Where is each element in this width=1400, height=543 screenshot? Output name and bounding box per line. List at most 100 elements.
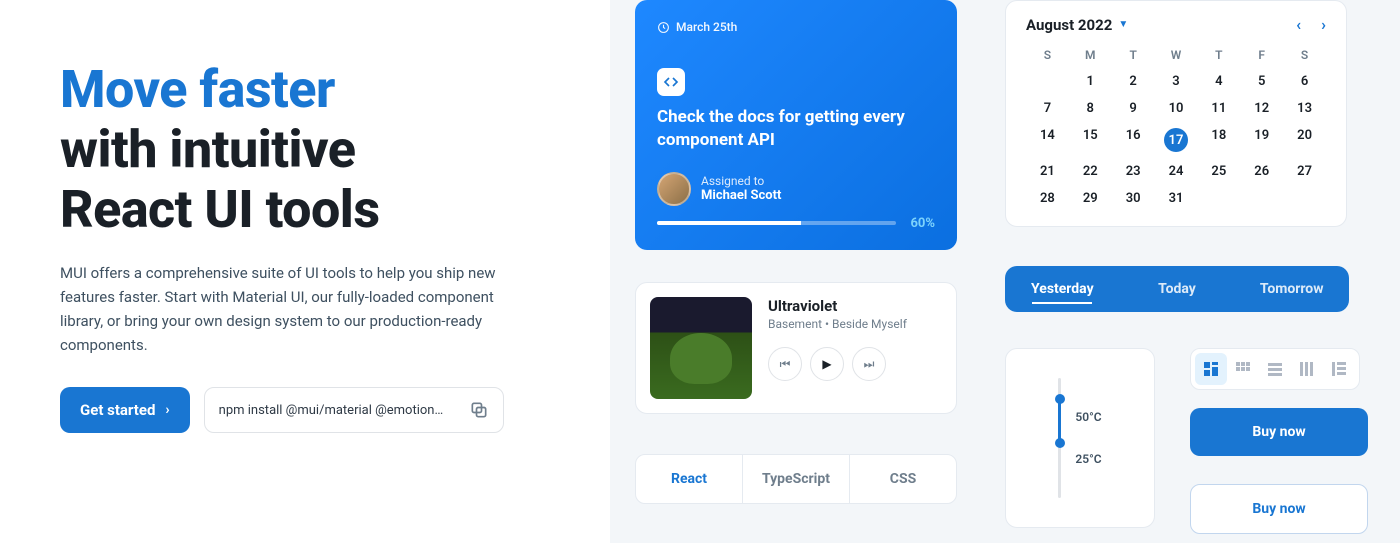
calendar-dow: F xyxy=(1240,44,1283,66)
assignee-row: Assigned to Michael Scott xyxy=(657,172,935,206)
forward-button[interactable]: ⏭ xyxy=(852,347,886,381)
calendar-day[interactable]: 2 xyxy=(1112,70,1155,93)
view-grid-button[interactable] xyxy=(1227,353,1259,385)
grid-icon xyxy=(1235,361,1251,377)
calendar-day[interactable]: 26 xyxy=(1240,160,1283,183)
dashboard-icon xyxy=(1203,361,1219,377)
clock-icon xyxy=(657,21,670,34)
view-dashboard-button[interactable] xyxy=(1195,353,1227,385)
calendar-day[interactable]: 11 xyxy=(1197,97,1240,120)
calendar-prev-button[interactable]: ‹ xyxy=(1296,15,1301,34)
progress-bar xyxy=(657,221,896,225)
calendar-day[interactable]: 30 xyxy=(1112,187,1155,210)
buy-now-outline-button[interactable]: Buy now xyxy=(1190,484,1368,534)
view-columns-button[interactable] xyxy=(1291,353,1323,385)
calendar-next-button[interactable]: › xyxy=(1321,15,1326,34)
get-started-label: Get started xyxy=(80,401,155,419)
get-started-button[interactable]: Get started › xyxy=(60,387,190,433)
task-date: March 25th xyxy=(657,20,935,34)
calendar-day[interactable]: 23 xyxy=(1112,160,1155,183)
calendar-day[interactable]: 8 xyxy=(1069,97,1112,120)
hero-title-blue: Move faster xyxy=(60,59,335,120)
calendar-dow: T xyxy=(1112,44,1155,66)
calendar-day[interactable]: 1 xyxy=(1069,70,1112,93)
day-tabs: YesterdayTodayTomorrow xyxy=(1005,266,1349,312)
calendar-dow: S xyxy=(1026,44,1069,66)
calendar-month-label: August 2022 xyxy=(1026,16,1112,34)
language-tab[interactable]: CSS xyxy=(850,455,956,503)
code-badge xyxy=(657,68,685,96)
calendar-day[interactable]: 28 xyxy=(1026,187,1069,210)
code-icon xyxy=(663,74,679,90)
view-list-button[interactable] xyxy=(1259,353,1291,385)
music-card: Ultraviolet Basement • Beside Myself ⏮ ▶… xyxy=(635,282,957,414)
view-toggle xyxy=(1190,348,1360,390)
language-tabs: ReactTypeScriptCSS xyxy=(635,454,957,504)
split-icon xyxy=(1331,361,1347,377)
avatar xyxy=(657,172,691,206)
calendar-day[interactable]: 13 xyxy=(1283,97,1326,120)
day-tab[interactable]: Tomorrow xyxy=(1234,266,1349,312)
slider-thumb-low[interactable] xyxy=(1055,438,1065,448)
track-subtitle: Basement • Beside Myself xyxy=(768,317,942,331)
track-title: Ultraviolet xyxy=(768,297,942,315)
calendar-day[interactable]: 3 xyxy=(1155,70,1198,93)
calendar-day[interactable]: 27 xyxy=(1283,160,1326,183)
calendar-day[interactable]: 9 xyxy=(1112,97,1155,120)
slider-label-low: 25°C xyxy=(1075,452,1101,466)
calendar-day[interactable]: 29 xyxy=(1069,187,1112,210)
buy-now-filled-button[interactable]: Buy now xyxy=(1190,408,1368,456)
rewind-button[interactable]: ⏮ xyxy=(768,347,802,381)
calendar-dow: T xyxy=(1197,44,1240,66)
language-tab[interactable]: React xyxy=(636,455,743,503)
calendar-day[interactable]: 10 xyxy=(1155,97,1198,120)
calendar-day[interactable]: 24 xyxy=(1155,160,1198,183)
calendar-day[interactable]: 25 xyxy=(1197,160,1240,183)
calendar-day[interactable]: 22 xyxy=(1069,160,1112,183)
task-card: March 25th Check the docs for getting ev… xyxy=(635,0,957,250)
temperature-slider-card: 50°C 25°C xyxy=(1005,348,1155,528)
calendar: August 2022 ▼ ‹ › SMTWTFS123456789101112… xyxy=(1005,0,1347,227)
calendar-day[interactable]: 21 xyxy=(1026,160,1069,183)
assigned-label: Assigned to xyxy=(701,174,781,188)
day-tab[interactable]: Yesterday xyxy=(1005,266,1120,312)
calendar-day[interactable]: 14 xyxy=(1026,124,1069,156)
calendar-day[interactable]: 17 xyxy=(1155,124,1198,156)
dropdown-icon: ▼ xyxy=(1118,19,1128,30)
calendar-dow: S xyxy=(1283,44,1326,66)
hero-title: Move faster with intuitive React UI tool… xyxy=(60,60,610,239)
calendar-day[interactable]: 12 xyxy=(1240,97,1283,120)
task-date-text: March 25th xyxy=(676,20,737,34)
calendar-day[interactable]: 4 xyxy=(1197,70,1240,93)
calendar-day[interactable]: 16 xyxy=(1112,124,1155,156)
view-split-button[interactable] xyxy=(1323,353,1355,385)
calendar-dow: W xyxy=(1155,44,1198,66)
calendar-day[interactable]: 31 xyxy=(1155,187,1198,210)
calendar-day[interactable]: 20 xyxy=(1283,124,1326,156)
calendar-day[interactable]: 7 xyxy=(1026,97,1069,120)
hero-description: MUI offers a comprehensive suite of UI t… xyxy=(60,261,520,357)
list-icon xyxy=(1267,361,1283,377)
calendar-dow: M xyxy=(1069,44,1112,66)
calendar-day[interactable]: 18 xyxy=(1197,124,1240,156)
calendar-day[interactable]: 19 xyxy=(1240,124,1283,156)
slider-label-high: 50°C xyxy=(1075,410,1101,424)
npm-install-box[interactable]: npm install @mui/material @emotion… xyxy=(204,387,504,433)
npm-command: npm install @mui/material @emotion… xyxy=(219,403,444,418)
hero-title-line3: React UI tools xyxy=(60,179,380,240)
language-tab[interactable]: TypeScript xyxy=(743,455,850,503)
progress-pct: 60% xyxy=(910,216,935,231)
task-title: Check the docs for getting every compone… xyxy=(657,106,935,152)
calendar-day[interactable]: 6 xyxy=(1283,70,1326,93)
calendar-day[interactable]: 5 xyxy=(1240,70,1283,93)
slider-thumb-high[interactable] xyxy=(1055,394,1065,404)
calendar-month-dropdown[interactable]: August 2022 ▼ xyxy=(1026,16,1128,34)
slider-track[interactable] xyxy=(1058,378,1061,498)
calendar-day xyxy=(1026,70,1069,93)
album-art xyxy=(650,297,752,399)
day-tab[interactable]: Today xyxy=(1120,266,1235,312)
copy-icon[interactable] xyxy=(469,400,489,420)
play-button[interactable]: ▶ xyxy=(810,347,844,381)
calendar-day[interactable]: 15 xyxy=(1069,124,1112,156)
hero-title-line2: with intuitive xyxy=(60,119,356,180)
